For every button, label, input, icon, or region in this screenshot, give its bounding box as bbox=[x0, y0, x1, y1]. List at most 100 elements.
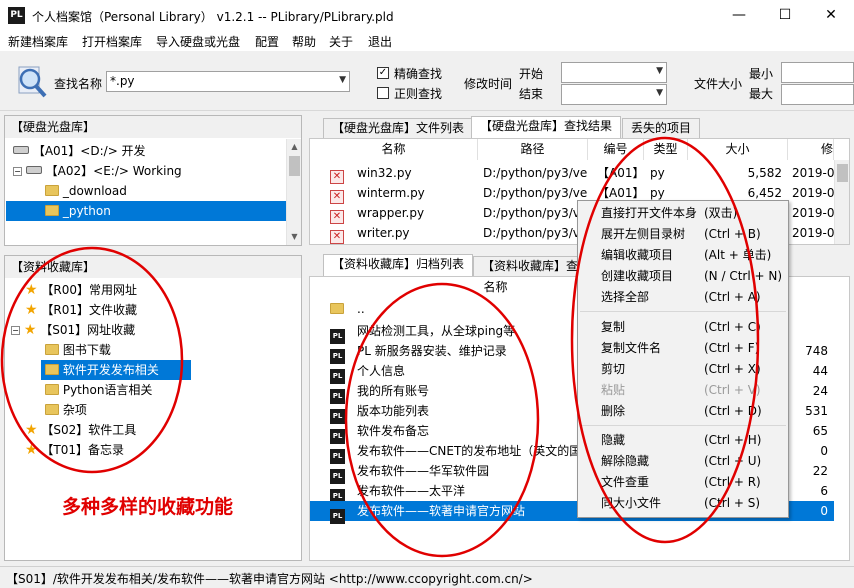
disk-tree-scrollbar[interactable]: ▲ ▼ bbox=[286, 139, 301, 245]
tree-item-software-release[interactable]: 软件开发发布相关 bbox=[41, 360, 191, 380]
menu-select-all[interactable]: 选择全部 (Ctrl + A) bbox=[578, 287, 788, 308]
menu-help[interactable]: 帮助 bbox=[292, 33, 316, 50]
menu-edit-item[interactable]: 编辑收藏项目 (Alt + 单击) bbox=[578, 245, 788, 266]
python-file-icon: ✕ bbox=[330, 210, 344, 224]
python-file-icon: ✕ bbox=[330, 170, 344, 184]
star-icon: ★ bbox=[25, 302, 38, 318]
tree-item-book-download[interactable]: 图书下载 bbox=[45, 340, 111, 360]
menu-new-library[interactable]: 新建档案库 bbox=[8, 33, 68, 50]
disk-library-panel: 【硬盘光盘库】 【A01】<D:/> 开发 − 【A02】<E:/> Worki… bbox=[4, 115, 302, 246]
menu-separator bbox=[580, 311, 786, 312]
search-name-input[interactable]: *.py ▼ bbox=[106, 71, 350, 92]
menu-hide[interactable]: 隐藏 (Ctrl + H) bbox=[578, 430, 788, 451]
exact-search-checkbox[interactable]: ✓ bbox=[377, 67, 389, 79]
menu-open-library[interactable]: 打开档案库 bbox=[82, 33, 142, 50]
collapse-icon[interactable]: − bbox=[13, 167, 22, 176]
tree-item-download[interactable]: _download bbox=[45, 181, 283, 201]
tree-item-python[interactable]: _python bbox=[6, 201, 286, 221]
close-button[interactable]: ✕ bbox=[808, 0, 854, 31]
modify-time-label: 修改时间 bbox=[464, 77, 513, 91]
exact-search-label: 精确查找 bbox=[394, 67, 443, 81]
menu-expand-tree[interactable]: 展开左侧目录树 (Ctrl + B) bbox=[578, 224, 788, 245]
star-icon: ★ bbox=[25, 282, 38, 298]
title-bar[interactable]: PL 个人档案馆（Personal Library） v1.2.1 -- PLi… bbox=[0, 0, 854, 31]
menu-same-size-files[interactable]: 同大小文件 (Ctrl + S) bbox=[578, 493, 788, 514]
annotation-caption: 多种多样的收藏功能 bbox=[62, 496, 234, 518]
menu-delete[interactable]: 删除 (Ctrl + D) bbox=[578, 401, 788, 422]
col-header-name[interactable]: 名称 bbox=[310, 139, 478, 160]
tree-item-misc[interactable]: 杂项 bbox=[45, 400, 87, 420]
menu-about[interactable]: 关于 bbox=[329, 33, 353, 50]
context-menu: 直接打开文件本身 (双击) 展开左侧目录树 (Ctrl + B) 编辑收藏项目 (Al… bbox=[577, 200, 789, 518]
menu-paste[interactable]: 粘贴 (Ctrl + V) bbox=[578, 380, 788, 401]
max-size-label: 最大 bbox=[749, 87, 774, 101]
python-file-icon: ✕ bbox=[330, 190, 344, 204]
menu-separator bbox=[580, 425, 786, 426]
col-header-type[interactable]: 类型 bbox=[644, 139, 688, 160]
end-label: 结束 bbox=[519, 87, 544, 101]
search-results-scrollbar[interactable] bbox=[834, 160, 849, 244]
tab-disk-file-list[interactable]: 【硬盘光盘库】文件列表 bbox=[323, 118, 474, 139]
col-header-size[interactable]: 大小 bbox=[688, 139, 788, 160]
col-header-id[interactable]: 编号 bbox=[588, 139, 644, 160]
regex-search-checkbox[interactable] bbox=[377, 87, 389, 99]
tree-item-t01[interactable]: ★ 【T01】备忘录 bbox=[25, 440, 124, 460]
tree-item-r01[interactable]: ★ 【R01】文件收藏 bbox=[25, 300, 137, 320]
star-icon: ★ bbox=[23, 322, 37, 338]
search-name-value: *.py bbox=[110, 74, 135, 88]
menu-copy[interactable]: 复制 (Ctrl + C) bbox=[578, 317, 788, 338]
menu-create-item[interactable]: 创建收藏项目 (N / Ctrl + N) bbox=[578, 266, 788, 287]
min-size-input[interactable] bbox=[781, 62, 854, 83]
menu-config[interactable]: 配置 bbox=[255, 33, 279, 50]
tree-item-a01[interactable]: 【A01】<D:/> 开发 bbox=[13, 141, 283, 161]
status-bar: 【S01】/软件开发发布相关/发布软件——软著申请官方网站 <http://ww… bbox=[0, 566, 854, 588]
tree-item-s02[interactable]: ★ 【S02】软件工具 bbox=[25, 420, 136, 440]
col-header-date[interactable]: 修 bbox=[788, 139, 834, 160]
maximize-icon: ☐ bbox=[778, 7, 792, 23]
col-header-path[interactable]: 路径 bbox=[478, 139, 588, 160]
collapse-icon[interactable]: − bbox=[11, 326, 20, 335]
end-date-picker[interactable]: ▼ bbox=[561, 84, 667, 105]
table-row[interactable]: ✕ win32.py D:/python/py3/ve 【A01】 py 5,5… bbox=[310, 163, 834, 184]
app-logo-icon: PL bbox=[8, 7, 25, 24]
status-text: 【S01】/软件开发发布相关/发布软件——软著申请官方网站 <http://ww… bbox=[6, 572, 533, 586]
scroll-down-icon[interactable]: ▼ bbox=[287, 229, 302, 244]
tab-archive-list[interactable]: 【资料收藏库】归档列表 bbox=[323, 254, 474, 277]
scroll-up-icon[interactable]: ▲ bbox=[287, 139, 302, 154]
menu-cut[interactable]: 剪切 (Ctrl + X) bbox=[578, 359, 788, 380]
minimize-button[interactable]: — bbox=[716, 0, 762, 31]
tree-item-s01[interactable]: − ★ 【S01】网址收藏 bbox=[11, 320, 135, 340]
menu-open-file[interactable]: 直接打开文件本身 (双击) bbox=[578, 203, 788, 224]
folder-icon bbox=[45, 384, 59, 395]
menu-find-duplicates[interactable]: 文件查重 (Ctrl + R) bbox=[578, 472, 788, 493]
tab-lost-items[interactable]: 丢失的项目 bbox=[622, 118, 701, 139]
menu-unhide[interactable]: 解除隐藏 (Ctrl + U) bbox=[578, 451, 788, 472]
drive-icon bbox=[25, 166, 42, 174]
tab-archive-search[interactable]: 【资料收藏库】查 bbox=[473, 256, 588, 277]
tab-disk-search-results[interactable]: 【硬盘光盘库】查找结果 bbox=[471, 116, 622, 139]
folder-icon bbox=[45, 185, 59, 196]
maximize-button[interactable]: ☐ bbox=[762, 0, 808, 31]
folder-icon bbox=[45, 344, 59, 355]
tree-item-a02[interactable]: − 【A02】<E:/> Working bbox=[13, 161, 283, 181]
tree-item-python-related[interactable]: Python语言相关 bbox=[45, 380, 152, 400]
folder-icon bbox=[45, 364, 59, 375]
min-size-label: 最小 bbox=[749, 67, 774, 81]
tree-item-r00[interactable]: ★ 【R00】常用网址 bbox=[25, 280, 137, 300]
window-title: 个人档案馆（Personal Library） v1.2.1 -- PLibra… bbox=[32, 10, 394, 24]
folder-icon bbox=[45, 404, 59, 415]
pl-item-icon: PL bbox=[330, 509, 345, 524]
search-name-label: 查找名称 bbox=[54, 77, 103, 91]
menu-copy-filename[interactable]: 复制文件名 (Ctrl + F) bbox=[578, 338, 788, 359]
max-size-input[interactable] bbox=[781, 84, 854, 105]
menu-exit[interactable]: 退出 bbox=[368, 33, 392, 50]
start-date-picker[interactable]: ▼ bbox=[561, 62, 667, 83]
close-icon: ✕ bbox=[825, 7, 837, 23]
menu-import-disk[interactable]: 导入硬盘或光盘 bbox=[156, 33, 240, 50]
chevron-down-icon: ▼ bbox=[656, 66, 663, 76]
up-folder-icon bbox=[330, 303, 344, 314]
drive-icon bbox=[13, 146, 29, 154]
checkmark-icon: ✓ bbox=[378, 67, 388, 78]
disk-panel-title: 【硬盘光盘库】 bbox=[5, 116, 301, 138]
star-icon: ★ bbox=[25, 422, 38, 438]
